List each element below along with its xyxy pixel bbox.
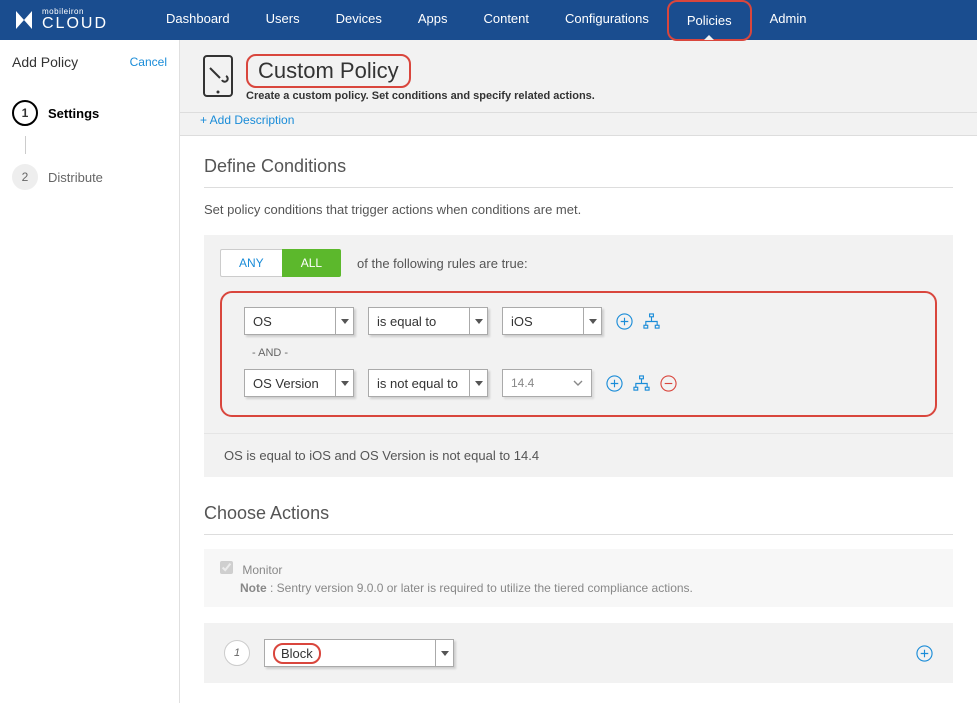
action-select[interactable]: Block [264, 639, 454, 667]
chevron-down-icon [573, 378, 583, 388]
action-row-1: 1 Block [204, 623, 953, 683]
step-label: Distribute [48, 170, 103, 185]
step-number: 2 [12, 164, 38, 190]
and-connector: - AND - [252, 347, 921, 359]
sidebar-title: Add Policy [12, 54, 78, 70]
any-all-toggle: ANY ALL [220, 249, 341, 277]
step-number: 1 [12, 100, 38, 126]
nav-apps[interactable]: Apps [400, 0, 466, 41]
dropdown-caret-icon [335, 370, 353, 396]
monitor-checkbox [220, 561, 233, 574]
remove-rule-icon[interactable] [660, 375, 677, 392]
dropdown-caret-icon [469, 308, 487, 334]
device-wrench-icon [200, 54, 236, 98]
cancel-link[interactable]: Cancel [130, 55, 167, 69]
nav-devices[interactable]: Devices [318, 0, 400, 41]
rule-row-1: OS is equal to iOS [244, 307, 921, 335]
rule2-value-select[interactable]: 14.4 [502, 369, 592, 397]
rule1-field-select[interactable]: OS [244, 307, 354, 335]
toggle-any[interactable]: ANY [220, 249, 282, 277]
dropdown-caret-icon [469, 370, 487, 396]
rule2-operator-select[interactable]: is not equal to [368, 369, 488, 397]
nav-dashboard[interactable]: Dashboard [148, 0, 248, 41]
section-title: Define Conditions [204, 156, 953, 188]
step-settings[interactable]: 1 Settings [12, 90, 167, 136]
note-text: : Sentry version 9.0.0 or later is requi… [267, 581, 693, 595]
nav-content[interactable]: Content [465, 0, 547, 41]
define-conditions-section: Define Conditions Set policy conditions … [180, 136, 977, 497]
group-rule-icon[interactable] [643, 313, 660, 330]
section-description: Set policy conditions that trigger actio… [204, 202, 953, 217]
rules-container: OS is equal to iOS [220, 291, 937, 417]
left-sidebar: Add Policy Cancel 1 Settings 2 Distribut… [0, 40, 180, 703]
page-subtitle: Create a custom policy. Set conditions a… [246, 90, 595, 102]
rule1-value-select[interactable]: iOS [502, 307, 602, 335]
add-rule-icon[interactable] [606, 375, 623, 392]
toggle-all[interactable]: ALL [282, 249, 341, 277]
rule2-field-select[interactable]: OS Version [244, 369, 354, 397]
conditions-summary: OS is equal to iOS and OS Version is not… [204, 433, 953, 477]
page-header: Custom Policy Create a custom policy. Se… [180, 40, 977, 113]
rule-row-2: OS Version is not equal to 14.4 [244, 369, 921, 397]
nav-users[interactable]: Users [248, 0, 318, 41]
section-title: Choose Actions [204, 503, 953, 535]
brand-logo[interactable]: mobileiron CLOUD [12, 8, 108, 32]
group-rule-icon[interactable] [633, 375, 650, 392]
dropdown-caret-icon [335, 308, 353, 334]
main-content: Custom Policy Create a custom policy. Se… [180, 40, 977, 703]
rule1-operator-select[interactable]: is equal to [368, 307, 488, 335]
add-description-link[interactable]: + Add Description [200, 113, 294, 127]
action-value: Block [273, 643, 321, 664]
conditions-toggle-bar: ANY ALL of the following rules are true: [204, 235, 953, 291]
monitor-label: Monitor [242, 563, 282, 577]
monitor-box: Monitor Note : Sentry version 9.0.0 or l… [204, 549, 953, 607]
brand-large: CLOUD [42, 16, 108, 32]
mobileiron-icon [12, 8, 36, 32]
dropdown-caret-icon [583, 308, 601, 334]
nav-admin[interactable]: Admin [752, 0, 825, 41]
nav-policies[interactable]: Policies [667, 0, 752, 41]
step-distribute[interactable]: 2 Distribute [12, 154, 167, 200]
action-number: 1 [224, 640, 250, 666]
page-title: Custom Policy [246, 54, 411, 88]
add-rule-icon[interactable] [616, 313, 633, 330]
note-bold: Note [240, 581, 267, 595]
rules-label: of the following rules are true: [357, 256, 528, 271]
add-action-icon[interactable] [916, 645, 933, 662]
step-label: Settings [48, 106, 99, 121]
step-connector [25, 136, 26, 154]
nav-configurations[interactable]: Configurations [547, 0, 667, 41]
top-nav: mobileiron CLOUD Dashboard Users Devices… [0, 0, 977, 40]
dropdown-caret-icon [435, 640, 453, 666]
choose-actions-section: Choose Actions Monitor Note : Sentry ver… [180, 497, 977, 703]
